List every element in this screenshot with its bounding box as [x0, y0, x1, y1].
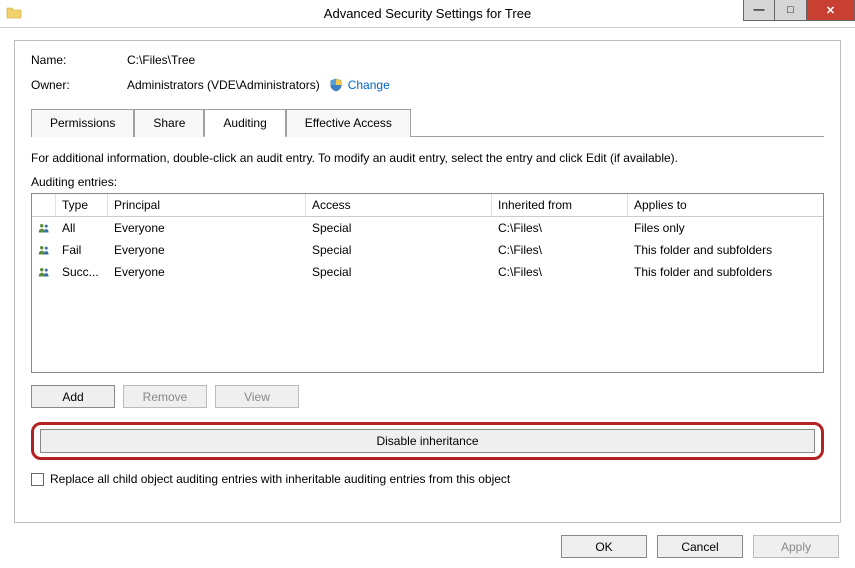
close-button[interactable]: ✕: [807, 0, 855, 21]
entry-buttons: Add Remove View: [31, 385, 824, 408]
cell-type: Fail: [56, 241, 108, 259]
column-applies[interactable]: Applies to: [628, 194, 823, 216]
entries-label: Auditing entries:: [31, 175, 824, 189]
folder-icon: [6, 5, 22, 21]
replace-entries-row: Replace all child object auditing entrie…: [31, 472, 824, 486]
owner-label: Owner:: [31, 78, 127, 92]
cell-applies: This folder and subfolders: [628, 241, 823, 259]
add-button[interactable]: Add: [31, 385, 115, 408]
minimize-button[interactable]: —: [743, 0, 775, 21]
column-access[interactable]: Access: [306, 194, 492, 216]
column-icon[interactable]: [32, 194, 56, 216]
disable-inheritance-highlight: Disable inheritance: [31, 422, 824, 460]
cell-type: All: [56, 219, 108, 237]
cell-access: Special: [306, 263, 492, 281]
name-label: Name:: [31, 53, 127, 67]
apply-button: Apply: [753, 535, 839, 558]
auditing-entries-table: Type Principal Access Inherited from App…: [31, 193, 824, 373]
tab-auditing[interactable]: Auditing: [204, 109, 285, 137]
column-inherited[interactable]: Inherited from: [492, 194, 628, 216]
cell-principal: Everyone: [108, 219, 306, 237]
table-row[interactable]: Succ...EveryoneSpecialC:\Files\This fold…: [32, 261, 823, 283]
tab-effective-access[interactable]: Effective Access: [286, 109, 411, 137]
cell-access: Special: [306, 219, 492, 237]
replace-entries-checkbox[interactable]: [31, 473, 44, 486]
owner-value: Administrators (VDE\Administrators): [127, 78, 320, 92]
tab-share[interactable]: Share: [134, 109, 204, 137]
remove-button: Remove: [123, 385, 207, 408]
content-area: Name: C:\Files\Tree Owner: Administrator…: [0, 28, 855, 568]
tab-bar: Permissions Share Auditing Effective Acc…: [31, 109, 824, 137]
cell-access: Special: [306, 241, 492, 259]
people-icon: [32, 263, 56, 281]
column-principal[interactable]: Principal: [108, 194, 306, 216]
name-value: C:\Files\Tree: [127, 53, 195, 67]
cell-type: Succ...: [56, 263, 108, 281]
table-header: Type Principal Access Inherited from App…: [32, 194, 823, 217]
window-title: Advanced Security Settings for Tree: [324, 6, 531, 21]
cell-principal: Everyone: [108, 241, 306, 259]
people-icon: [32, 241, 56, 259]
view-button: View: [215, 385, 299, 408]
cancel-button[interactable]: Cancel: [657, 535, 743, 558]
owner-row: Owner: Administrators (VDE\Administrator…: [31, 77, 824, 93]
instruction-text: For additional information, double-click…: [31, 151, 824, 165]
column-type[interactable]: Type: [56, 194, 108, 216]
change-owner-link[interactable]: Change: [348, 78, 390, 92]
cell-inherited: C:\Files\: [492, 219, 628, 237]
disable-inheritance-button[interactable]: Disable inheritance: [40, 429, 815, 453]
cell-inherited: C:\Files\: [492, 263, 628, 281]
cell-principal: Everyone: [108, 263, 306, 281]
replace-entries-label: Replace all child object auditing entrie…: [50, 472, 510, 486]
main-frame: Name: C:\Files\Tree Owner: Administrator…: [14, 40, 841, 523]
cell-inherited: C:\Files\: [492, 241, 628, 259]
table-body: AllEveryoneSpecialC:\Files\Files onlyFai…: [32, 217, 823, 283]
shield-icon: [328, 77, 344, 93]
tab-permissions[interactable]: Permissions: [31, 109, 134, 137]
maximize-button[interactable]: □: [775, 0, 807, 21]
titlebar: Advanced Security Settings for Tree — □ …: [0, 0, 855, 28]
cell-applies: Files only: [628, 219, 823, 237]
table-row[interactable]: FailEveryoneSpecialC:\Files\This folder …: [32, 239, 823, 261]
dialog-buttons: OK Cancel Apply: [14, 535, 841, 558]
name-row: Name: C:\Files\Tree: [31, 53, 824, 67]
people-icon: [32, 219, 56, 237]
security-settings-window: Advanced Security Settings for Tree — □ …: [0, 0, 855, 568]
table-row[interactable]: AllEveryoneSpecialC:\Files\Files only: [32, 217, 823, 239]
cell-applies: This folder and subfolders: [628, 263, 823, 281]
window-controls: — □ ✕: [743, 0, 855, 21]
ok-button[interactable]: OK: [561, 535, 647, 558]
